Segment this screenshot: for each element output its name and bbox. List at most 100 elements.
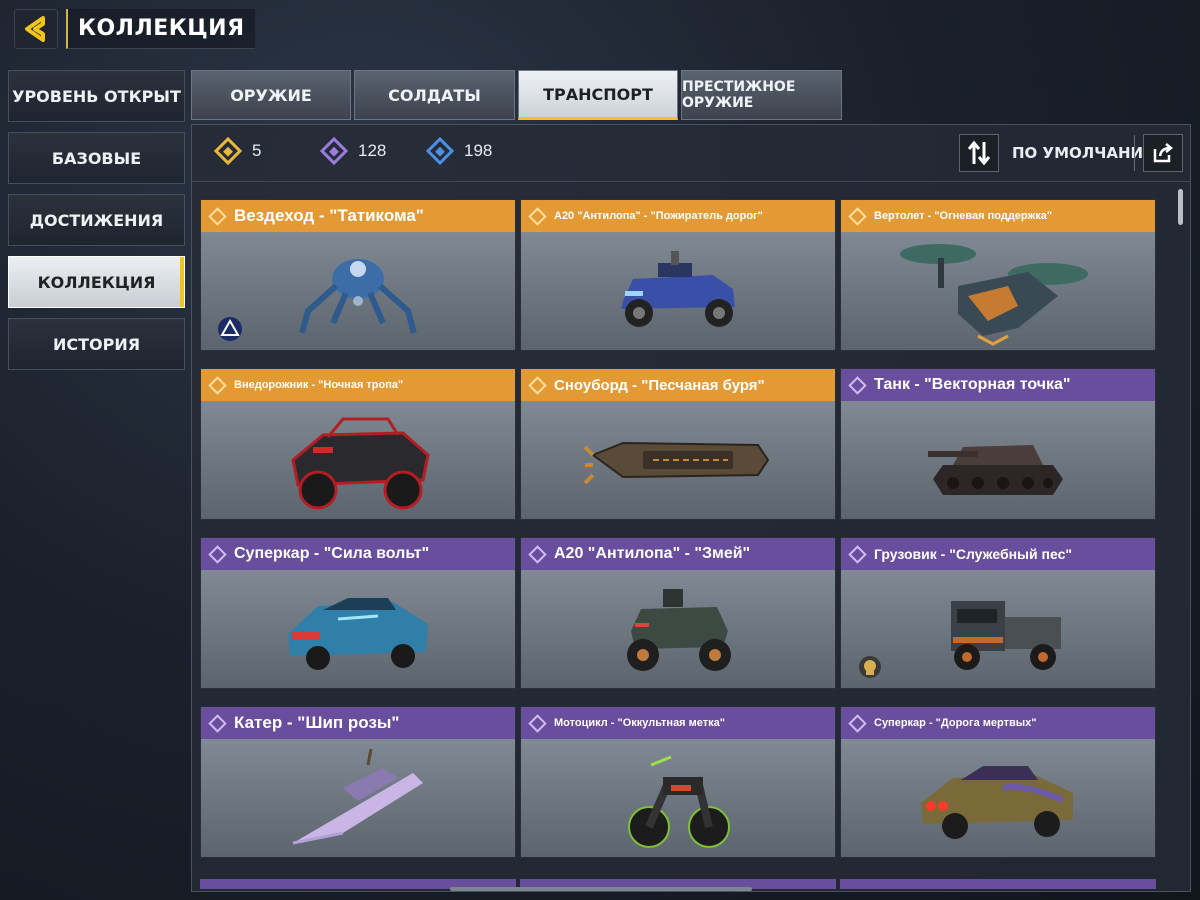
card-header: Вертолет - "Огневая поддержка" bbox=[841, 200, 1155, 232]
card-title: Суперкар - "Сила вольт" bbox=[234, 545, 430, 562]
vehicle-card[interactable]: Суперкар - "Дорога мертвых" bbox=[840, 706, 1156, 858]
rarity-icon bbox=[848, 544, 867, 564]
card-title: Внедорожник - "Ночная тропа" bbox=[234, 379, 404, 391]
vehicle-card[interactable]: Суперкар - "Сила вольт" bbox=[200, 537, 516, 689]
vehicle-card[interactable]: Грузовик - "Служебный пес" bbox=[840, 537, 1156, 689]
card-header: Сноуборд - "Песчаная буря" bbox=[521, 369, 835, 401]
sidebar-item-achievements[interactable]: ДОСТИЖЕНИЯ bbox=[8, 194, 185, 246]
buggy-vehicle-icon bbox=[627, 589, 731, 671]
tab-soldiers[interactable]: СОЛДАТЫ bbox=[354, 70, 515, 120]
sidebar-item-basic[interactable]: БАЗОВЫЕ bbox=[8, 132, 185, 184]
vehicle-card[interactable]: A20 "Антилопа" - "Пожиратель дорог" bbox=[520, 199, 836, 351]
card-header: Грузовик - "Служебный пес" bbox=[841, 538, 1155, 570]
skull-badge-icon bbox=[859, 656, 881, 678]
back-button[interactable] bbox=[14, 9, 58, 49]
card-header: A20 "Антилопа" - "Змей" bbox=[521, 538, 835, 570]
offroad-vehicle-icon bbox=[291, 417, 430, 510]
truck-vehicle-icon bbox=[951, 601, 1061, 670]
card-image bbox=[841, 232, 1155, 350]
muscle-car-vehicle-icon bbox=[921, 766, 1073, 839]
card-image bbox=[841, 739, 1155, 857]
rarity-icon bbox=[848, 206, 867, 226]
legendary-counter: 5 bbox=[213, 136, 262, 166]
back-arrow-icon bbox=[25, 16, 45, 42]
card-title: Вертолет - "Огневая поддержка" bbox=[874, 210, 1053, 222]
card-image bbox=[201, 739, 515, 857]
rarity-icon bbox=[208, 375, 227, 395]
tab-prestige-weapons[interactable]: ПРЕСТИЖНОЕ ОРУЖИЕ bbox=[681, 70, 842, 120]
rare-count: 198 bbox=[464, 141, 493, 160]
vehicle-grid: Вездеход - "Татикома" A20 "Антилопа" - "… bbox=[200, 199, 1160, 889]
legendary-count: 5 bbox=[252, 141, 262, 160]
rarity-icon bbox=[208, 206, 227, 226]
tank-vehicle-icon bbox=[928, 445, 1063, 495]
sidebar-item-collection[interactable]: КОЛЛЕКЦИЯ bbox=[8, 256, 185, 308]
card-title: Танк - "Векторная точка" bbox=[874, 376, 1071, 393]
card-header: A20 "Антилопа" - "Пожиратель дорог" bbox=[521, 200, 835, 232]
tachikoma-vehicle-icon bbox=[299, 259, 417, 334]
card-image bbox=[201, 401, 515, 519]
card-image bbox=[841, 401, 1155, 519]
vehicle-card[interactable]: Внедорожник - "Ночная тропа" bbox=[200, 368, 516, 520]
rare-diamond-icon bbox=[425, 136, 455, 166]
card-title: A20 "Антилопа" - "Пожиратель дорог" bbox=[554, 209, 763, 222]
card-title: A20 "Антилопа" - "Змей" bbox=[554, 545, 751, 562]
vehicle-card[interactable]: Танк - "Векторная точка" bbox=[840, 368, 1156, 520]
card-image bbox=[521, 739, 835, 857]
vertical-scrollbar[interactable] bbox=[1178, 189, 1183, 225]
tab-weapons[interactable]: ОРУЖИЕ bbox=[191, 70, 351, 120]
category-tabs: ОРУЖИЕ СОЛДАТЫ ТРАНСПОРТ ПРЕСТИЖНОЕ ОРУЖ… bbox=[191, 70, 845, 120]
page-header: КОЛЛЕКЦИЯ bbox=[14, 8, 255, 50]
card-title: Сноуборд - "Песчаная буря" bbox=[554, 376, 765, 394]
card-header: Суперкар - "Сила вольт" bbox=[201, 538, 515, 570]
sort-button[interactable] bbox=[959, 134, 999, 172]
card-title: Грузовик - "Служебный пес" bbox=[874, 546, 1072, 562]
card-header: Танк - "Векторная точка" bbox=[841, 369, 1155, 401]
card-header: Катер - "Шип розы" bbox=[201, 707, 515, 739]
card-title: Вездеход - "Татикома" bbox=[234, 206, 424, 225]
supercar-vehicle-icon bbox=[288, 598, 428, 670]
page-title: КОЛЛЕКЦИЯ bbox=[66, 9, 255, 49]
card-header: Внедорожник - "Ночная тропа" bbox=[201, 369, 515, 401]
card-image bbox=[841, 570, 1155, 688]
share-icon bbox=[1153, 143, 1174, 163]
card-image bbox=[201, 570, 515, 688]
next-row-card-peek bbox=[840, 879, 1156, 889]
sidebar: УРОВЕНЬ ОТКРЫТ БАЗОВЫЕ ДОСТИЖЕНИЯ КОЛЛЕК… bbox=[8, 70, 185, 380]
card-title: Мотоцикл - "Оккультная метка" bbox=[554, 717, 725, 729]
hoverboard-vehicle-icon bbox=[583, 441, 770, 485]
buggy-vehicle-icon bbox=[621, 251, 735, 327]
tab-vehicles[interactable]: ТРАНСПОРТ bbox=[518, 70, 678, 120]
vehicle-card[interactable]: Мотоцикл - "Оккультная метка" bbox=[520, 706, 836, 858]
card-image bbox=[521, 401, 835, 519]
sidebar-item-history[interactable]: ИСТОРИЯ bbox=[8, 318, 185, 370]
vehicle-card[interactable]: Вертолет - "Огневая поддержка" bbox=[840, 199, 1156, 351]
horizontal-scroll-indicator bbox=[450, 887, 752, 891]
card-header: Суперкар - "Дорога мертвых" bbox=[841, 707, 1155, 739]
motorcycle-vehicle-icon bbox=[628, 755, 730, 848]
epic-diamond-icon bbox=[319, 136, 349, 166]
vehicle-card[interactable]: A20 "Антилопа" - "Змей" bbox=[520, 537, 836, 689]
sidebar-item-level-unlocked[interactable]: УРОВЕНЬ ОТКРЫТ bbox=[8, 70, 185, 122]
vehicle-card[interactable]: Сноуборд - "Песчаная буря" bbox=[520, 368, 836, 520]
card-header: Мотоцикл - "Оккультная метка" bbox=[521, 707, 835, 739]
collection-panel: 5 128 198 ПО УМОЛЧАНИЮ Вездеход - "Татик… bbox=[191, 124, 1191, 892]
rarity-icon bbox=[208, 713, 227, 733]
rarity-icon bbox=[848, 713, 867, 733]
legendary-diamond-icon bbox=[213, 136, 243, 166]
card-image bbox=[201, 232, 515, 350]
epic-count: 128 bbox=[358, 141, 387, 160]
vehicle-card[interactable]: Вездеход - "Татикома" bbox=[200, 199, 516, 351]
card-title: Катер - "Шип розы" bbox=[234, 713, 400, 732]
toolbar-divider bbox=[1134, 135, 1135, 171]
helicopter-vehicle-icon bbox=[900, 244, 1088, 346]
card-image bbox=[521, 570, 835, 688]
share-button[interactable] bbox=[1143, 134, 1183, 172]
sort-icon bbox=[967, 140, 991, 166]
sort-label[interactable]: ПО УМОЛЧАНИЮ bbox=[1012, 144, 1161, 162]
rarity-icon bbox=[528, 375, 547, 395]
card-title: Суперкар - "Дорога мертвых" bbox=[874, 717, 1037, 729]
vehicle-card[interactable]: Катер - "Шип розы" bbox=[200, 706, 516, 858]
rarity-icon bbox=[528, 544, 547, 564]
boat-vehicle-icon bbox=[292, 748, 423, 845]
